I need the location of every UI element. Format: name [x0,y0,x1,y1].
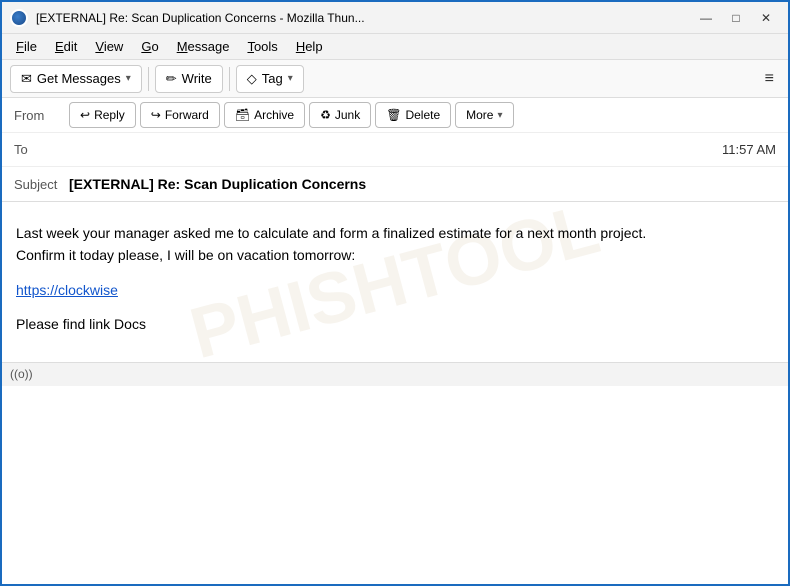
delete-button[interactable]: 🗑 Delete [375,102,451,128]
archive-icon: 🗃 [235,108,250,122]
subject-label: Subject [14,177,69,192]
menu-message[interactable]: Message [169,37,238,56]
body-content: Last week your manager asked me to calcu… [16,222,774,336]
body-link-paragraph: https://clockwise [16,279,774,301]
junk-button[interactable]: ♻ Junk [309,102,371,128]
more-button[interactable]: More ▾ [455,102,513,128]
status-icon: ((o)) [10,367,33,381]
reply-button[interactable]: ↩ Reply [69,102,136,128]
close-button[interactable]: ✕ [752,7,780,29]
menu-file[interactable]: File [8,37,45,56]
tag-dropdown-icon: ▾ [288,73,293,84]
hamburger-menu-button[interactable]: ≡ [759,66,780,92]
junk-icon: ♻ [320,108,331,122]
email-time: 11:57 AM [722,142,776,157]
menu-edit[interactable]: Edit [47,37,85,56]
status-bar: ((o)) [2,362,788,386]
reply-icon: ↩ [80,108,90,122]
title-bar: [EXTERNAL] Re: Scan Duplication Concerns… [2,2,788,34]
menu-bar: File Edit View Go Message Tools Help [2,34,788,60]
envelope-icon: ✉ [21,71,32,87]
menu-tools[interactable]: Tools [239,37,285,56]
write-button[interactable]: ✏ Write [155,65,223,93]
maximize-button[interactable]: □ [722,7,750,29]
clockwise-link[interactable]: https://clockwise [16,282,118,298]
window-controls: — □ ✕ [692,7,780,29]
archive-button[interactable]: 🗃 Archive [224,102,305,128]
tag-button[interactable]: ◇ Tag ▾ [236,65,304,93]
window-title: [EXTERNAL] Re: Scan Duplication Concerns… [36,11,684,25]
email-body: PHISHTOOL Last week your manager asked m… [2,202,788,362]
toolbar-divider-2 [229,67,230,91]
get-messages-dropdown-icon: ▾ [126,73,131,84]
action-buttons: ↩ Reply ↪ Forward 🗃 Archive ♻ Junk 🗑 Del… [69,102,776,128]
body-paragraph-3: Please find link Docs [16,313,774,335]
menu-go[interactable]: Go [133,37,166,56]
from-label: From [14,108,69,123]
to-row: To 11:57 AM [2,133,788,167]
minimize-button[interactable]: — [692,7,720,29]
toolbar: ✉ Get Messages ▾ ✏ Write ◇ Tag ▾ ≡ [2,60,788,98]
pencil-icon: ✏ [166,71,177,87]
app-icon [10,9,28,27]
email-header: From ↩ Reply ↪ Forward 🗃 Archive ♻ Junk … [2,98,788,202]
forward-icon: ↪ [151,108,161,122]
body-paragraph-1: Last week your manager asked me to calcu… [16,222,774,267]
more-dropdown-icon: ▾ [497,110,502,121]
delete-icon: 🗑 [386,108,401,122]
subject-row: Subject [EXTERNAL] Re: Scan Duplication … [2,167,788,201]
toolbar-divider-1 [148,67,149,91]
menu-help[interactable]: Help [288,37,331,56]
from-row: From ↩ Reply ↪ Forward 🗃 Archive ♻ Junk … [2,98,788,133]
get-messages-button[interactable]: ✉ Get Messages ▾ [10,65,142,93]
menu-view[interactable]: View [87,37,131,56]
forward-button[interactable]: ↪ Forward [140,102,220,128]
email-subject: [EXTERNAL] Re: Scan Duplication Concerns [69,176,366,192]
to-label: To [14,142,69,157]
tag-icon: ◇ [247,71,257,87]
